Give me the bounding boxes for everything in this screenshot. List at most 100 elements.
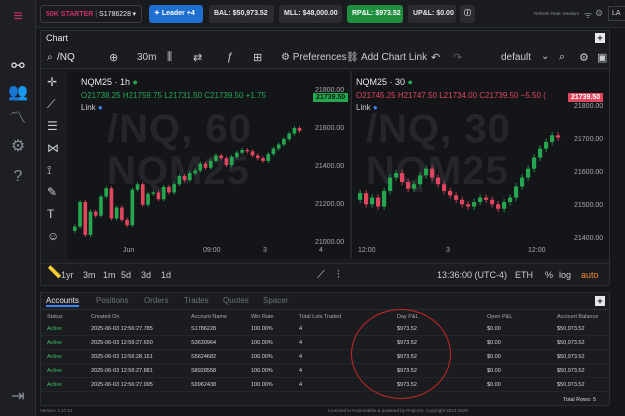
- trendline-icon[interactable]: ⟋: [47, 97, 55, 111]
- table-cell: 4: [299, 354, 303, 360]
- tab-accounts[interactable]: Accounts: [46, 296, 79, 307]
- gear-icon[interactable]: ⚙: [6, 136, 30, 158]
- emoji-icon[interactable]: ☺: [47, 229, 59, 243]
- table-cell: 2025-06-03 12:56:27.650: [91, 340, 153, 346]
- formula-icon[interactable]: ƒ: [227, 51, 233, 63]
- column-header[interactable]: Account Name: [191, 314, 227, 320]
- candle: [146, 193, 150, 205]
- candle: [466, 204, 471, 207]
- x-tick-label: Jun: [123, 247, 135, 254]
- chart-pane-left[interactable]: /NQ, 60 NQM25 NQM25 · 1h ● O21738.25 H21…: [67, 71, 349, 259]
- candle: [490, 199, 495, 205]
- chevron-down-icon: ▾: [132, 11, 136, 18]
- leader-button[interactable]: ✦ Leader +4: [149, 5, 203, 23]
- tab-trades[interactable]: Trades: [184, 296, 209, 305]
- tab-positions[interactable]: Positions: [96, 296, 128, 305]
- add-chart-link-button[interactable]: ⛓ Add Chart Link: [346, 52, 427, 63]
- percent-toggle[interactable]: %: [545, 270, 553, 280]
- candle: [109, 188, 114, 219]
- camera-icon[interactable]: ▣: [597, 51, 607, 64]
- chart-pane-right[interactable]: /NQ, 30 NQM25 NQM25 · 30 ● O21745.25 H21…: [351, 71, 609, 259]
- range-button[interactable]: 5d: [121, 270, 131, 280]
- trend-nav-icon[interactable]: 〽: [6, 108, 30, 130]
- prediction-icon[interactable]: ⟟: [47, 163, 51, 177]
- tab-spacer[interactable]: Spacer: [263, 296, 288, 305]
- table-cell: 100.00%: [251, 354, 273, 360]
- compare-icon[interactable]: ⇄: [193, 51, 202, 64]
- range-button[interactable]: 1m: [103, 270, 116, 280]
- candle: [151, 192, 156, 194]
- help-icon[interactable]: ?: [6, 166, 30, 188]
- account-selector[interactable]: 50K STARTER | S1786228 ▾: [40, 5, 142, 23]
- info-icon[interactable]: ⓘ: [460, 5, 475, 23]
- table-cell: 2025-06-03 12:56:27.785: [91, 326, 153, 332]
- candle: [532, 157, 537, 169]
- column-header[interactable]: Account Balance: [557, 314, 598, 320]
- log-toggle[interactable]: log: [559, 270, 571, 280]
- layout-dropdown[interactable]: LA: [608, 6, 625, 21]
- table-row[interactable]: Active 2025-06-03 12:56:27.995 S9962438 100…: [41, 379, 609, 392]
- redo-icon[interactable]: ↷: [453, 51, 462, 64]
- table-row[interactable]: Active 2025-06-03 12:56:27.881 S8928558 100…: [41, 365, 609, 378]
- crosshair-icon[interactable]: ✛: [47, 75, 57, 89]
- table-cell: $50,973.52: [557, 382, 585, 388]
- column-header[interactable]: Win Rate: [251, 314, 274, 320]
- chart-nav-icon[interactable]: ⚯: [6, 56, 30, 78]
- table-cell: S8928558: [191, 368, 217, 374]
- grid-icon[interactable]: ⊞: [253, 51, 262, 64]
- column-header[interactable]: Status: [47, 314, 63, 320]
- candle: [167, 186, 171, 193]
- users-nav-icon[interactable]: 👥: [6, 82, 30, 104]
- table-cell: $50,973.52: [557, 326, 585, 332]
- account-plan-label: 50K STARTER: [46, 11, 94, 18]
- column-header[interactable]: Created On: [91, 314, 119, 320]
- add-panel-icon[interactable]: +: [595, 296, 605, 306]
- logout-icon[interactable]: ⇥: [6, 386, 30, 408]
- undo-icon[interactable]: ↶: [431, 51, 440, 64]
- pattern-icon[interactable]: ⋈: [47, 141, 59, 155]
- range-button[interactable]: 1yr: [61, 270, 74, 280]
- range-button[interactable]: 1d: [161, 270, 171, 280]
- settings-icon[interactable]: ⚙: [595, 8, 603, 19]
- add-indicator-icon[interactable]: ⊕: [109, 51, 118, 64]
- candle: [208, 160, 213, 168]
- symbol-input[interactable]: /NQ: [57, 52, 75, 63]
- top-bar: 50K STARTER | S1786228 ▾ ✦ Leader +4 BAL…: [36, 0, 625, 28]
- preferences-button[interactable]: ⚙ Preferences: [281, 52, 347, 63]
- range-button[interactable]: 3m: [83, 270, 96, 280]
- table-cell: S3630964: [191, 340, 217, 346]
- eth-toggle[interactable]: ETH: [515, 270, 533, 280]
- brush-icon[interactable]: ✎: [47, 185, 57, 199]
- auto-toggle[interactable]: auto: [581, 270, 599, 280]
- gear-icon[interactable]: ⚙: [579, 51, 589, 64]
- range-button[interactable]: 3d: [141, 270, 151, 280]
- interval-select[interactable]: 30m: [137, 52, 156, 63]
- line-tool-icon[interactable]: ⟋: [317, 269, 325, 282]
- fib-icon[interactable]: ☰: [47, 119, 58, 133]
- column-header[interactable]: Open P&L: [487, 314, 512, 320]
- candle: [370, 197, 375, 205]
- candle: [400, 173, 405, 183]
- candle: [235, 152, 239, 157]
- license-label: Licensed to FuturesElite & powered by Pr…: [328, 408, 468, 413]
- candle: [172, 184, 176, 193]
- mll-badge: MLL: $48,000.00: [279, 5, 342, 23]
- column-header[interactable]: Total Lots Traded: [299, 314, 341, 320]
- tab-orders[interactable]: Orders: [144, 296, 168, 305]
- zoom-icon[interactable]: ⌕: [559, 51, 565, 64]
- candle-type-icon[interactable]: ⫼: [167, 51, 172, 64]
- candle: [376, 197, 381, 207]
- table-row[interactable]: Active 2025-06-03 12:56:27.785 S1786228 100…: [41, 323, 609, 336]
- candle: [394, 173, 399, 178]
- layout-select[interactable]: default: [501, 52, 531, 63]
- table-cell: S5624682: [191, 354, 217, 360]
- tab-quotes[interactable]: Quotes: [223, 296, 249, 305]
- table-row[interactable]: Active 2025-06-03 12:56:28.151 S5624682 100…: [41, 351, 609, 364]
- search-icon[interactable]: ⌕: [47, 52, 53, 63]
- chart-tab[interactable]: Chart: [46, 33, 68, 43]
- text-icon[interactable]: T: [47, 207, 54, 221]
- bar-tool-icon[interactable]: ⫶: [337, 269, 340, 282]
- add-panel-icon[interactable]: +: [595, 33, 605, 43]
- table-row[interactable]: Active 2025-06-03 12:56:27.650 S3630964 100…: [41, 337, 609, 350]
- candle: [250, 151, 255, 156]
